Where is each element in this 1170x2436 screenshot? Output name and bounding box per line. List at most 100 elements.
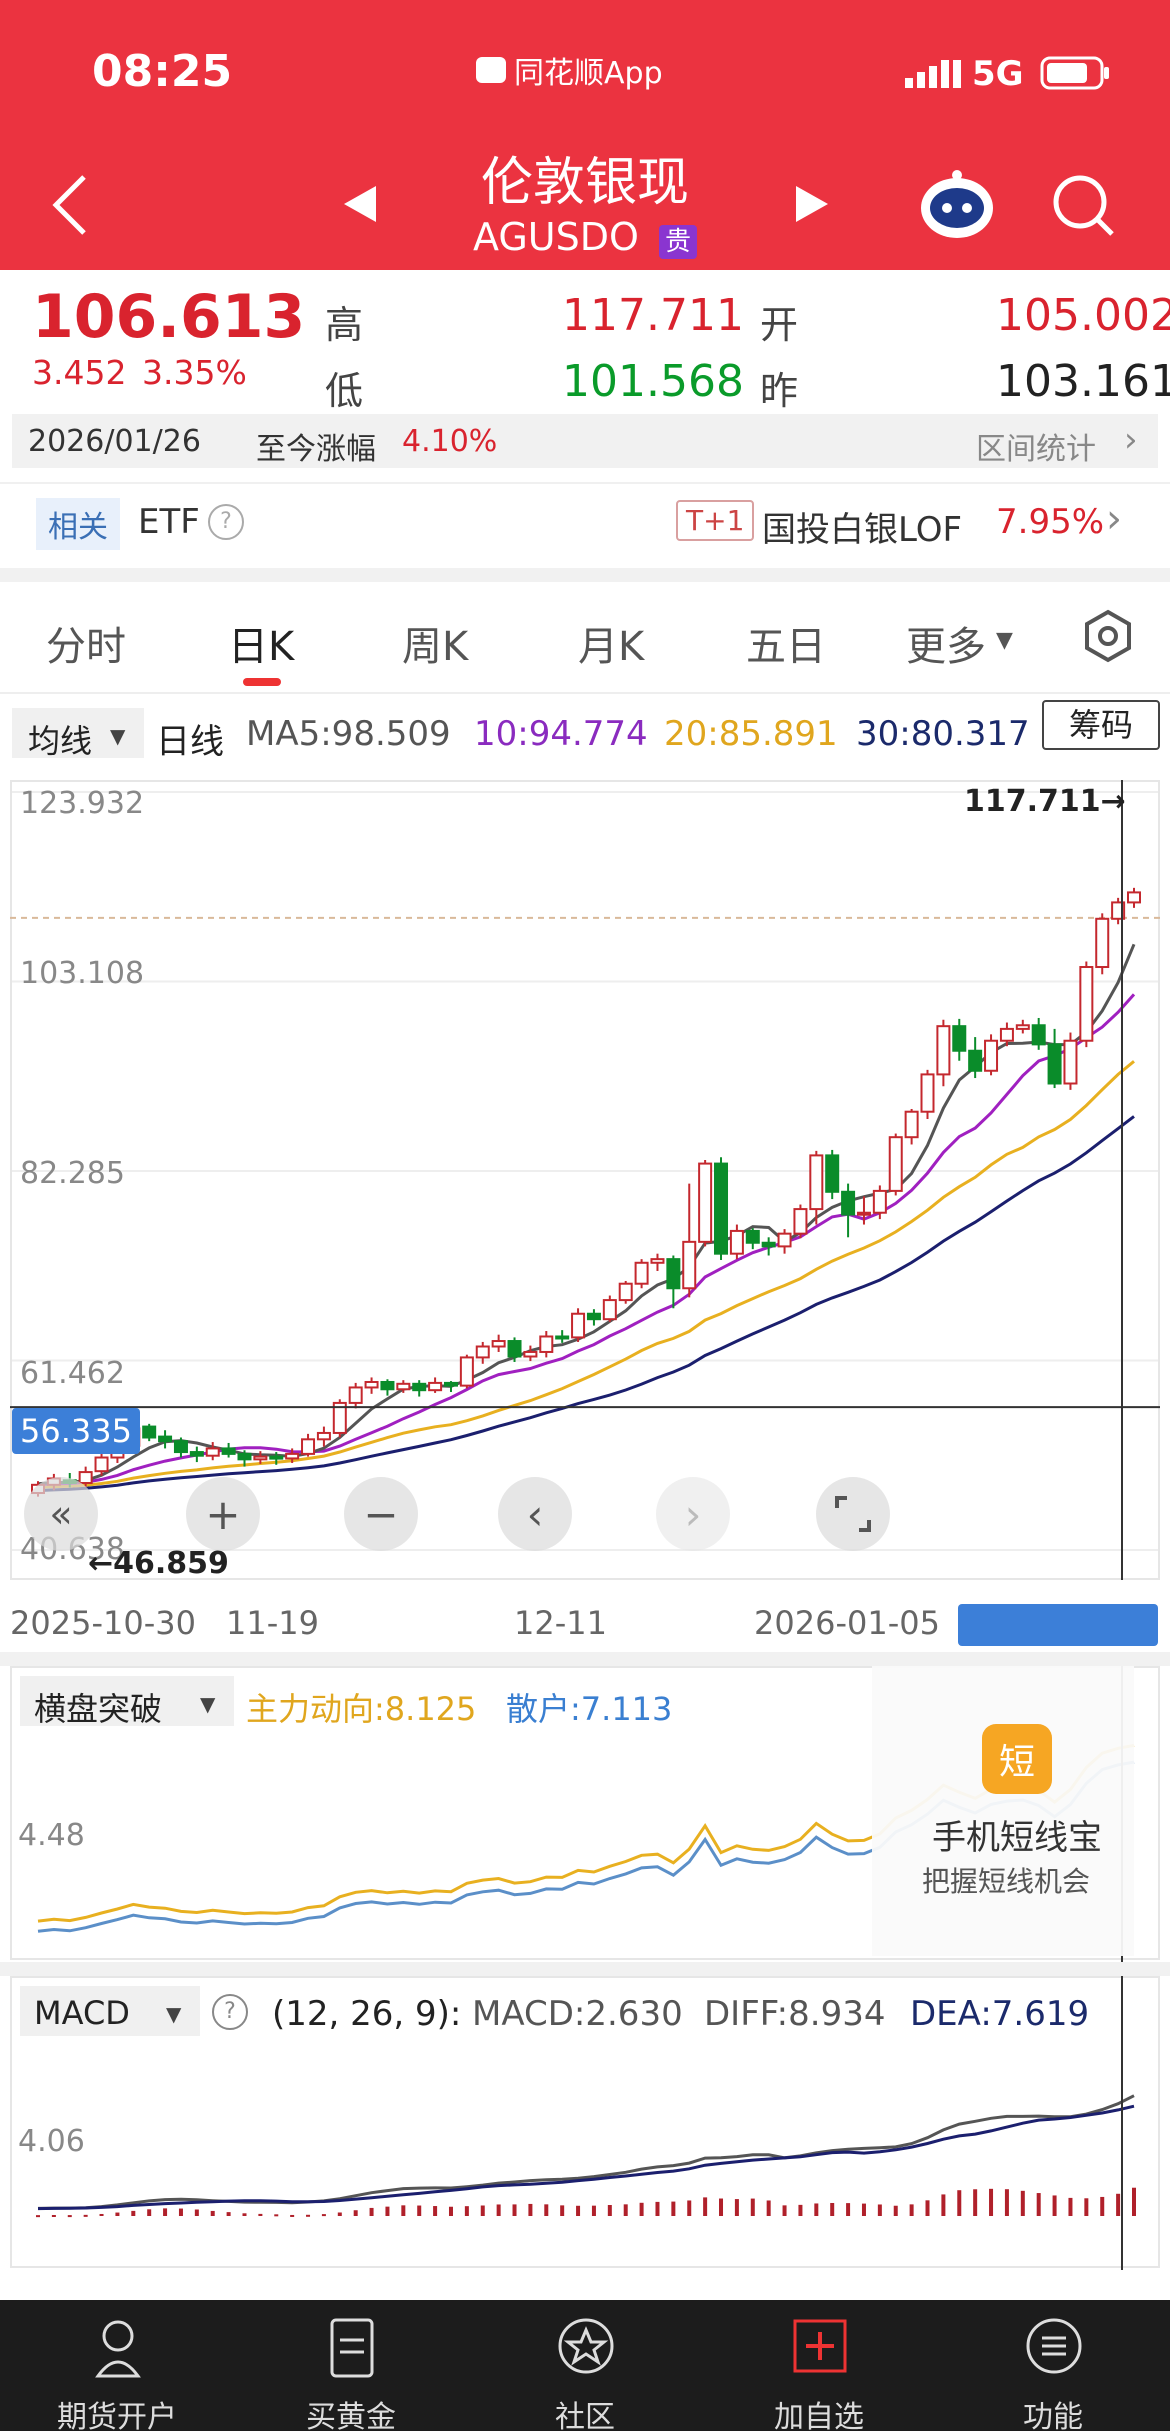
tab-more[interactable]: 更多 bbox=[906, 614, 986, 672]
nav-buy-gold[interactable]: 买黄金 bbox=[234, 2300, 468, 2435]
macd-bar-positive bbox=[687, 2200, 692, 2216]
macd-bar-positive bbox=[782, 2205, 787, 2216]
nav-functions[interactable]: 功能 bbox=[936, 2300, 1170, 2435]
y-tick-label: 123.932 bbox=[20, 786, 145, 821]
scroll-right-icon[interactable]: › bbox=[656, 1477, 730, 1551]
section-gap bbox=[0, 1652, 1170, 1666]
candle-up bbox=[571, 1312, 586, 1339]
fullscreen-icon[interactable] bbox=[816, 1477, 890, 1551]
collapse-left-icon[interactable]: « bbox=[24, 1477, 98, 1551]
low-marker: ←46.859 bbox=[88, 1546, 229, 1581]
macd-bar-positive bbox=[306, 2214, 311, 2217]
candle-up bbox=[475, 1345, 490, 1359]
macd-bar-positive bbox=[147, 2209, 152, 2216]
macd-bar-positive bbox=[1100, 2196, 1105, 2216]
related-row[interactable]: 相关 ETF ? T+1 国投白银LOF 7.95% › bbox=[0, 490, 1170, 560]
macd-bar-positive bbox=[830, 2202, 835, 2216]
ma-selector[interactable]: 均线 ▼ bbox=[12, 708, 144, 760]
account-icon bbox=[95, 2320, 141, 2378]
macd-panel[interactable]: MACD ▼ ? (12, 26, 9): MACD:2.630 DIFF:8.… bbox=[10, 1976, 1160, 2270]
tab-intraday[interactable]: 分时 bbox=[46, 614, 126, 672]
back-icon[interactable] bbox=[40, 170, 100, 240]
promo-card[interactable]: 短 手机短线宝 把握短线机会 bbox=[872, 1666, 1134, 1956]
nav-community[interactable]: 社区 bbox=[468, 2300, 702, 2435]
candle-up bbox=[682, 1240, 697, 1290]
app-name: 同花顺App bbox=[514, 56, 663, 91]
x-axis: 2025-10-30 11-19 12-11 2026-01-05 bbox=[10, 1580, 1160, 1650]
prev-instrument-icon[interactable] bbox=[340, 182, 380, 226]
search-icon[interactable] bbox=[1050, 172, 1116, 238]
next-instrument-icon[interactable] bbox=[792, 182, 832, 226]
zoom-in-icon[interactable]: + bbox=[186, 1477, 260, 1551]
zoom-out-icon[interactable]: − bbox=[344, 1477, 418, 1551]
macd-bar-positive bbox=[1004, 2189, 1009, 2216]
candle-up bbox=[205, 1447, 220, 1457]
candle-up bbox=[523, 1350, 538, 1358]
candle-down bbox=[952, 1025, 967, 1052]
macd-bar-positive bbox=[1068, 2197, 1073, 2216]
candle-up bbox=[1095, 917, 1110, 969]
nav-futures-account[interactable]: 期货开户 bbox=[0, 2300, 234, 2435]
tab-weekly-k[interactable]: 周K bbox=[402, 614, 468, 672]
instrument-code-row: AGUSDO 贵 bbox=[400, 215, 770, 259]
low-label: 低 bbox=[325, 369, 364, 413]
help-icon[interactable]: ? bbox=[208, 504, 244, 540]
macd-bar-positive bbox=[210, 2210, 215, 2216]
period-tabs: 分时 日K 周K 月K 五日 更多 ▼ bbox=[0, 582, 1170, 694]
candle-up bbox=[872, 1189, 887, 1214]
candle-up bbox=[999, 1027, 1014, 1042]
range-stat-link[interactable]: 区间统计 bbox=[976, 424, 1096, 468]
macd-bar-positive bbox=[194, 2209, 199, 2216]
candle-up bbox=[1063, 1039, 1078, 1085]
scroll-left-icon[interactable]: ‹ bbox=[498, 1477, 572, 1551]
active-tab-indicator bbox=[243, 678, 281, 686]
macd-bar-positive bbox=[353, 2210, 358, 2216]
related-fund-name[interactable]: 国投白银LOF bbox=[762, 502, 962, 551]
candle-down bbox=[237, 1452, 252, 1461]
chips-button[interactable]: 筹码 bbox=[1042, 700, 1160, 750]
macd-bar-positive bbox=[623, 2204, 628, 2216]
candle-up bbox=[777, 1232, 792, 1248]
macd-bar-positive bbox=[83, 2214, 88, 2217]
candle-down bbox=[380, 1380, 395, 1391]
short-line-icon: 短 bbox=[982, 1724, 1052, 1794]
candle-up bbox=[459, 1356, 474, 1387]
tab-daily-k[interactable]: 日K bbox=[228, 614, 294, 672]
robot-assistant-icon[interactable] bbox=[918, 168, 996, 242]
nav-add-watchlist[interactable]: 加自选 bbox=[702, 2300, 936, 2435]
candle-up bbox=[94, 1456, 109, 1473]
indicator-panel[interactable]: 横盘突破 ▼ 主力动向:8.125 散户:7.113 4.48 短 手机短线宝 … bbox=[10, 1666, 1160, 1962]
chevron-right-icon[interactable]: › bbox=[1106, 496, 1122, 542]
y-tick-label: 61.462 bbox=[20, 1356, 125, 1391]
open-label: 开 bbox=[760, 303, 799, 347]
macd-bar-positive bbox=[226, 2212, 231, 2216]
page-title: 伦敦银现 bbox=[480, 153, 689, 213]
precious-badge: 贵 bbox=[658, 225, 697, 259]
y-tick-label: 82.285 bbox=[20, 1156, 125, 1191]
macd-bar-positive bbox=[941, 2194, 946, 2216]
candle-down bbox=[158, 1435, 173, 1443]
range-stat-bar[interactable]: 2026/01/26 至今涨幅 4.10% 区间统计 › bbox=[12, 414, 1158, 468]
etf-label[interactable]: ETF bbox=[138, 502, 200, 542]
macd-bar-positive bbox=[512, 2204, 517, 2216]
macd-bar-positive bbox=[989, 2188, 994, 2216]
tab-monthly-k[interactable]: 月K bbox=[578, 614, 644, 672]
tab-five-day[interactable]: 五日 bbox=[746, 614, 826, 672]
macd-bar-positive bbox=[178, 2208, 183, 2216]
candle-up bbox=[348, 1386, 363, 1404]
divider bbox=[0, 482, 1170, 484]
candle-down bbox=[555, 1335, 570, 1340]
high-value: 117.711 bbox=[562, 290, 744, 341]
macd-bar-positive bbox=[893, 2205, 898, 2216]
candle-up bbox=[793, 1208, 808, 1235]
macd-bar-positive bbox=[1084, 2198, 1089, 2216]
macd-bar-positive bbox=[385, 2206, 390, 2216]
settings-icon[interactable] bbox=[1080, 608, 1136, 664]
candle-down bbox=[586, 1312, 601, 1321]
macd-bar-positive bbox=[528, 2203, 533, 2216]
prev-close-value: 103.161 bbox=[996, 356, 1170, 407]
nav-label: 加自选 bbox=[774, 2400, 864, 2435]
kline-chart[interactable]: 123.932 103.108 82.285 61.462 40.638 56.… bbox=[10, 780, 1160, 1581]
candle-down bbox=[412, 1382, 427, 1392]
crosshair-price-label: 56.335 bbox=[12, 1408, 140, 1454]
